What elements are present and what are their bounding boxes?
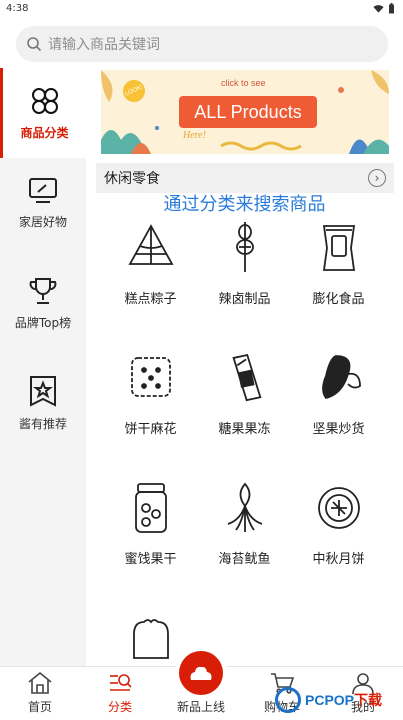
new-product-icon	[179, 651, 223, 695]
category-label: 糕点粽子	[124, 292, 177, 307]
category-label: 蜜饯果干	[124, 552, 177, 567]
chevron-right-icon[interactable]: ›	[368, 169, 386, 187]
category-item-seaweed-squid[interactable]: 海苔鱿鱼	[197, 480, 292, 590]
pcpop-logo-icon	[275, 687, 301, 713]
category-content: LOOK! click to see ALL Products Here! 休闲…	[86, 68, 403, 666]
snack-bag-icon	[322, 225, 355, 271]
battery-icon	[389, 3, 394, 14]
category-item-biscuit[interactable]: 饼干麻花	[103, 350, 198, 460]
category-item-mooncake[interactable]: 中秋月饼	[291, 480, 386, 590]
category-label: 海苔鱿鱼	[218, 552, 271, 567]
banner-here-text: Here!	[183, 130, 206, 141]
category-item-pastry-zongzi[interactable]: 糕点粽子	[103, 220, 198, 330]
category-label: 中秋月饼	[312, 552, 365, 567]
category-label: 糖果果冻	[218, 422, 271, 437]
sidebar-item-label: 家居好物	[18, 214, 67, 229]
pcpop-watermark: PCPOP下载	[275, 680, 403, 720]
sidebar-item-goods-category[interactable]: 商品分类	[0, 68, 86, 158]
search-input[interactable]: 请输入商品关键词	[16, 26, 388, 62]
category-item-candy-jelly[interactable]: 糖果果冻	[197, 350, 292, 460]
tab-category[interactable]: 分类	[80, 667, 160, 720]
sidebar-item-recommend[interactable]: 酱有推荐	[0, 358, 86, 448]
sidebar-item-home-goods[interactable]: 家居好物	[0, 158, 86, 248]
nut-icon	[321, 355, 361, 400]
skewer-icon	[235, 222, 254, 272]
sidebar-item-brand-top[interactable]: 品牌Top榜	[0, 258, 86, 348]
category-item-nuts[interactable]: 坚果炒货	[291, 350, 386, 460]
banner-click-text: click to see	[221, 78, 266, 88]
all-products-button[interactable]: ALL Products	[179, 96, 317, 128]
mooncake-icon	[317, 487, 360, 529]
bread-icon	[132, 619, 169, 659]
category-item-preserved-fruit[interactable]: 蜜饯果干	[103, 480, 198, 590]
biscuit-icon	[130, 357, 171, 397]
watermark-text: PCPOP下载	[305, 690, 382, 710]
all-products-banner[interactable]: LOOK! click to see ALL Products Here!	[101, 70, 389, 154]
search-placeholder: 请输入商品关键词	[48, 37, 160, 53]
status-bar: 4:38	[0, 0, 403, 18]
watermark-text-a: PCPOP	[305, 692, 355, 708]
category-search-hint: 通过分类来搜索商品	[163, 194, 326, 215]
search-icon	[27, 37, 42, 52]
category-label: 膨化食品	[312, 292, 365, 307]
tab-label: 分类	[107, 700, 132, 714]
sidebar-item-label: 酱有推荐	[18, 416, 67, 431]
clover-icon	[31, 87, 58, 114]
star-badge-icon	[30, 375, 56, 407]
candy-icon	[231, 353, 261, 402]
tab-label: 首页	[27, 700, 52, 714]
tab-label: 新品上线	[176, 700, 225, 714]
jar-icon	[134, 483, 167, 533]
squid-icon	[227, 482, 262, 532]
category-item-puffed-food[interactable]: 膨化食品	[291, 220, 386, 330]
category-sidebar: 商品分类 家居好物 品牌Top榜 酱有推荐	[0, 68, 86, 666]
trophy-icon	[29, 277, 57, 304]
section-header[interactable]: 休闲零食 ›	[96, 163, 394, 193]
zongzi-icon	[127, 224, 174, 265]
tab-new-products[interactable]: 新品上线	[161, 651, 241, 720]
category-label: 坚果炒货	[312, 422, 365, 437]
wifi-icon	[373, 4, 384, 13]
search-bar: 请输入商品关键词	[0, 18, 403, 68]
status-icons	[373, 3, 395, 14]
sidebar-item-label: 商品分类	[20, 125, 69, 140]
category-label: 辣卤制品	[218, 292, 271, 307]
monitor-icon	[29, 177, 57, 203]
watermark-text-b: 下载	[354, 692, 383, 708]
section-title: 休闲零食	[104, 171, 160, 187]
tab-home[interactable]: 首页	[0, 667, 80, 720]
status-time: 4:38	[6, 3, 29, 14]
category-item-spicy-braised[interactable]: 辣卤制品	[197, 220, 292, 330]
home-icon	[28, 671, 52, 694]
sidebar-item-label: 品牌Top榜	[14, 315, 72, 330]
category-icon	[110, 674, 132, 691]
category-label: 饼干麻花	[124, 422, 177, 437]
